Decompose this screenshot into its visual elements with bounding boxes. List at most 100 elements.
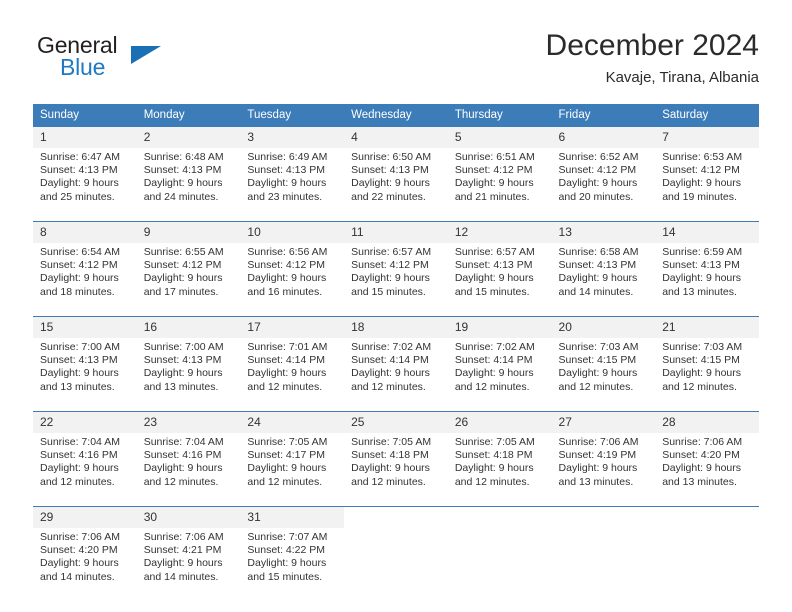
sunrise-text: Sunrise: 7:00 AM <box>143 341 224 353</box>
calendar-day-cell[interactable]: 2 Sunrise: 6:48 AM Sunset: 4:13 PM Dayli… <box>136 126 241 222</box>
sunrise-text: Sunrise: 7:05 AM <box>247 436 328 448</box>
calendar-day-cell[interactable]: 4 Sunrise: 6:50 AM Sunset: 4:13 PM Dayli… <box>344 126 448 222</box>
sunset-text: Sunset: 4:13 PM <box>351 164 429 177</box>
daylight-text-line1: Daylight: 9 hours <box>40 177 119 190</box>
day-number: 11 <box>344 222 448 243</box>
daylight-text-line1: Daylight: 9 hours <box>662 367 742 380</box>
day-details: Sunrise: 7:06 AM Sunset: 4:20 PM Dayligh… <box>655 433 759 506</box>
daylight-text-line2: and 12 minutes. <box>40 475 115 488</box>
sunrise-text: Sunrise: 7:06 AM <box>40 531 120 543</box>
sunset-text: Sunset: 4:12 PM <box>247 259 326 272</box>
sunset-text: Sunset: 4:12 PM <box>558 164 637 177</box>
calendar-day-cell[interactable]: 14 Sunrise: 6:59 AM Sunset: 4:13 PM Dayl… <box>655 221 759 317</box>
daylight-text-line1: Daylight: 9 hours <box>247 367 327 380</box>
day-details <box>344 528 448 601</box>
daylight-text-line1: Daylight: 9 hours <box>454 177 534 190</box>
general-blue-logo[interactable]: General Blue <box>33 32 253 92</box>
day-number <box>447 507 552 528</box>
calendar-day-cell[interactable]: 27 Sunrise: 7:06 AM Sunset: 4:19 PM Dayl… <box>551 411 656 507</box>
sunset-text: Sunset: 4:12 PM <box>40 259 118 272</box>
daylight-text-line1: Daylight: 9 hours <box>662 177 742 190</box>
calendar-day-cell[interactable]: 9 Sunrise: 6:55 AM Sunset: 4:12 PM Dayli… <box>136 221 241 317</box>
day-details: Sunrise: 7:05 AM Sunset: 4:18 PM Dayligh… <box>344 433 448 506</box>
day-number: 14 <box>655 222 759 243</box>
daylight-text-line2: and 12 minutes. <box>247 380 323 393</box>
daylight-text-line1: Daylight: 9 hours <box>351 367 430 380</box>
calendar-day-cell[interactable]: 22 Sunrise: 7:04 AM Sunset: 4:16 PM Dayl… <box>33 411 137 507</box>
calendar-day-cell[interactable]: 20 Sunrise: 7:03 AM Sunset: 4:15 PM Dayl… <box>551 316 656 412</box>
day-number: 5 <box>447 127 552 148</box>
sunset-text: Sunset: 4:18 PM <box>454 449 533 462</box>
calendar-day-cell[interactable]: 21 Sunrise: 7:03 AM Sunset: 4:15 PM Dayl… <box>655 316 759 412</box>
sunset-text: Sunset: 4:14 PM <box>351 354 429 367</box>
calendar-day-cell[interactable]: 19 Sunrise: 7:02 AM Sunset: 4:14 PM Dayl… <box>447 316 552 412</box>
weekday-header-wednesday: Wednesday <box>344 104 448 127</box>
day-number: 7 <box>655 127 759 148</box>
calendar-day-cell[interactable]: 29 Sunrise: 7:06 AM Sunset: 4:20 PM Dayl… <box>33 506 137 601</box>
daylight-text-line1: Daylight: 9 hours <box>662 272 742 285</box>
day-number: 8 <box>33 222 137 243</box>
day-details: Sunrise: 7:00 AM Sunset: 4:13 PM Dayligh… <box>33 338 137 411</box>
calendar-day-cell[interactable]: 26 Sunrise: 7:05 AM Sunset: 4:18 PM Dayl… <box>447 411 552 507</box>
calendar-day-cell[interactable]: 23 Sunrise: 7:04 AM Sunset: 4:16 PM Dayl… <box>136 411 241 507</box>
day-details: Sunrise: 6:52 AM Sunset: 4:12 PM Dayligh… <box>552 148 656 221</box>
day-number: 16 <box>136 317 241 338</box>
daylight-text-line2: and 12 minutes. <box>454 475 530 488</box>
calendar-day-cell[interactable]: 11 Sunrise: 6:57 AM Sunset: 4:12 PM Dayl… <box>344 221 448 317</box>
daylight-text-line2: and 15 minutes. <box>351 285 426 298</box>
calendar-day-cell[interactable]: 30 Sunrise: 7:06 AM Sunset: 4:21 PM Dayl… <box>136 506 241 601</box>
sunrise-text: Sunrise: 7:07 AM <box>247 531 328 543</box>
calendar-day-cell[interactable]: 6 Sunrise: 6:52 AM Sunset: 4:12 PM Dayli… <box>551 126 656 222</box>
day-details: Sunrise: 6:55 AM Sunset: 4:12 PM Dayligh… <box>137 243 241 316</box>
day-details: Sunrise: 7:03 AM Sunset: 4:15 PM Dayligh… <box>655 338 759 411</box>
day-number: 21 <box>655 317 759 338</box>
daylight-text-line2: and 22 minutes. <box>351 190 426 203</box>
daylight-text-line2: and 15 minutes. <box>247 570 323 583</box>
sunset-text: Sunset: 4:20 PM <box>662 449 740 462</box>
sunset-text: Sunset: 4:16 PM <box>40 449 118 462</box>
sunrise-text: Sunrise: 6:50 AM <box>351 151 432 163</box>
daylight-text-line2: and 12 minutes. <box>454 380 530 393</box>
calendar-day-cell[interactable]: 25 Sunrise: 7:05 AM Sunset: 4:18 PM Dayl… <box>344 411 448 507</box>
sunrise-sunset-calendar-table: Sunday Monday Tuesday Wednesday Thursday… <box>33 104 759 601</box>
sunset-text: Sunset: 4:13 PM <box>662 259 740 272</box>
calendar-day-cell[interactable]: 5 Sunrise: 6:51 AM Sunset: 4:12 PM Dayli… <box>447 126 552 222</box>
calendar-day-cell-empty <box>447 506 552 601</box>
daylight-text-line2: and 13 minutes. <box>662 285 737 298</box>
calendar-day-cell[interactable]: 17 Sunrise: 7:01 AM Sunset: 4:14 PM Dayl… <box>240 316 345 412</box>
sunset-text: Sunset: 4:13 PM <box>247 164 326 177</box>
day-number: 19 <box>447 317 552 338</box>
calendar-day-cell[interactable]: 1 Sunrise: 6:47 AM Sunset: 4:13 PM Dayli… <box>33 126 137 222</box>
sunrise-text: Sunrise: 6:53 AM <box>662 151 743 163</box>
calendar-day-cell[interactable]: 7 Sunrise: 6:53 AM Sunset: 4:12 PM Dayli… <box>655 126 759 222</box>
sunset-text: Sunset: 4:14 PM <box>454 354 533 367</box>
sunrise-text: Sunrise: 7:03 AM <box>558 341 639 353</box>
day-number: 1 <box>33 127 137 148</box>
page-title: December 2024 <box>545 29 759 62</box>
day-details: Sunrise: 6:51 AM Sunset: 4:12 PM Dayligh… <box>448 148 552 221</box>
sunset-text: Sunset: 4:15 PM <box>558 354 637 367</box>
calendar-day-cell[interactable]: 15 Sunrise: 7:00 AM Sunset: 4:13 PM Dayl… <box>33 316 137 412</box>
calendar-day-cell[interactable]: 13 Sunrise: 6:58 AM Sunset: 4:13 PM Dayl… <box>551 221 656 317</box>
sunrise-text: Sunrise: 7:04 AM <box>143 436 224 448</box>
sunrise-text: Sunrise: 6:54 AM <box>40 246 120 258</box>
calendar-day-cell[interactable]: 8 Sunrise: 6:54 AM Sunset: 4:12 PM Dayli… <box>33 221 137 317</box>
sunrise-text: Sunrise: 6:48 AM <box>143 151 224 163</box>
day-details: Sunrise: 7:02 AM Sunset: 4:14 PM Dayligh… <box>448 338 552 411</box>
calendar-day-cell[interactable]: 12 Sunrise: 6:57 AM Sunset: 4:13 PM Dayl… <box>447 221 552 317</box>
calendar-day-cell[interactable]: 31 Sunrise: 7:07 AM Sunset: 4:22 PM Dayl… <box>240 506 345 601</box>
day-details: Sunrise: 6:47 AM Sunset: 4:13 PM Dayligh… <box>33 148 137 221</box>
calendar-day-cell[interactable]: 18 Sunrise: 7:02 AM Sunset: 4:14 PM Dayl… <box>344 316 448 412</box>
daylight-text-line2: and 15 minutes. <box>454 285 530 298</box>
sunrise-text: Sunrise: 6:57 AM <box>454 246 535 258</box>
daylight-text-line1: Daylight: 9 hours <box>351 177 430 190</box>
daylight-text-line1: Daylight: 9 hours <box>558 272 638 285</box>
day-details: Sunrise: 7:05 AM Sunset: 4:18 PM Dayligh… <box>448 433 552 506</box>
calendar-day-cell[interactable]: 10 Sunrise: 6:56 AM Sunset: 4:12 PM Dayl… <box>240 221 345 317</box>
calendar-day-cell[interactable]: 3 Sunrise: 6:49 AM Sunset: 4:13 PM Dayli… <box>240 126 345 222</box>
calendar-day-cell[interactable]: 24 Sunrise: 7:05 AM Sunset: 4:17 PM Dayl… <box>240 411 345 507</box>
calendar-day-cell[interactable]: 16 Sunrise: 7:00 AM Sunset: 4:13 PM Dayl… <box>136 316 241 412</box>
calendar-day-cell[interactable]: 28 Sunrise: 7:06 AM Sunset: 4:20 PM Dayl… <box>655 411 759 507</box>
sunrise-text: Sunrise: 6:57 AM <box>351 246 432 258</box>
day-number: 23 <box>136 412 241 433</box>
